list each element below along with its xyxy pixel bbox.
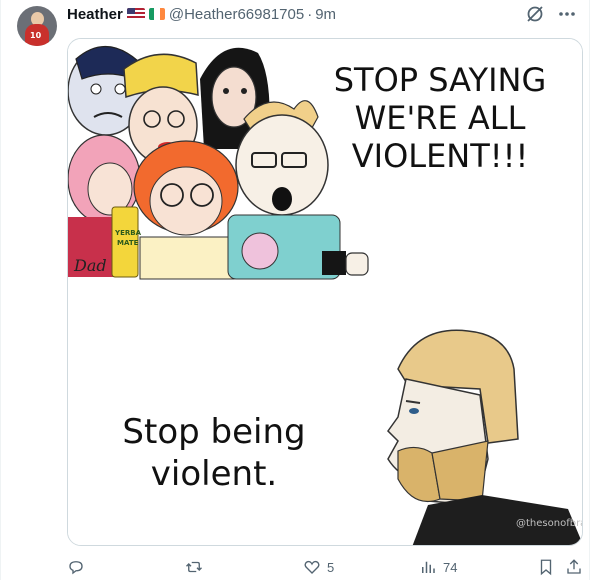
meme-top-text-line1: STOP SAYING (334, 61, 547, 99)
like-button[interactable]: 5 (303, 558, 334, 576)
tweet-header: Heather @Heather66981705 · 9m (67, 4, 336, 24)
reply-icon (69, 561, 83, 575)
more-icon[interactable] (557, 4, 577, 24)
share-button[interactable] (565, 558, 583, 576)
tweet-media-image[interactable]: Dad YERBA MATE STOP SAYING WE'RE ALL VIO… (67, 38, 583, 546)
grok-icon[interactable] (525, 4, 545, 24)
repost-button[interactable] (185, 558, 209, 576)
meme-bottom-text-line1: Stop being (122, 412, 305, 452)
meme-top-text-line3: VIOLENT!!! (352, 137, 529, 175)
author-handle[interactable]: @Heather66981705 (169, 6, 304, 23)
separator-dot: · (307, 5, 313, 23)
like-count: 5 (327, 559, 335, 575)
repost-icon (186, 561, 202, 573)
reply-button[interactable] (67, 558, 91, 576)
sign-text: Dad (73, 256, 107, 275)
us-flag-icon (126, 8, 145, 20)
views-icon (422, 561, 435, 573)
tweet-action-bar: 5 74 (67, 558, 583, 580)
views-button[interactable]: 74 (419, 558, 457, 576)
meme-bottom-text-line2: violent. (151, 454, 277, 494)
ireland-flag-icon (148, 8, 165, 20)
can-label-line2: MATE (117, 239, 139, 247)
can-label-line1: YERBA (114, 229, 142, 237)
tweet-top-icons (525, 4, 577, 24)
avatar-jersey-number: 10 (30, 31, 42, 40)
bookmark-button[interactable] (537, 558, 555, 576)
views-count: 74 (443, 559, 458, 575)
timestamp[interactable]: 9m (315, 6, 336, 23)
bookmark-icon (540, 559, 552, 576)
author-name[interactable]: Heather (67, 6, 123, 23)
share-icon (567, 559, 581, 574)
meme-watermark: @thesonofbran (516, 518, 583, 529)
tweet[interactable]: 10 Heather @Heather66981705 · 9m Dad YER… (0, 0, 590, 580)
meme-top-text-line2: WE'RE ALL (355, 99, 526, 137)
heart-icon (304, 560, 320, 574)
avatar[interactable]: 10 (17, 6, 57, 46)
